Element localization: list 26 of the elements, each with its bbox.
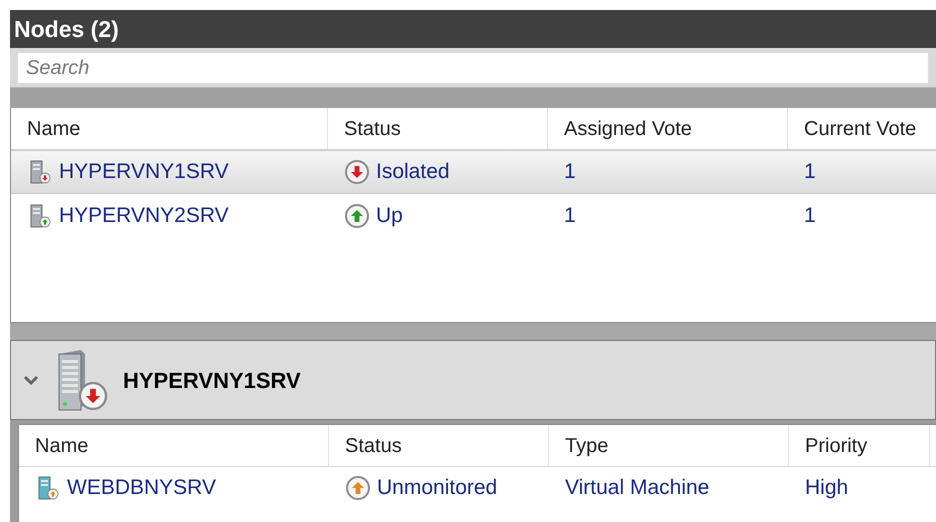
detail-title: HYPERVNY1SRV xyxy=(123,366,301,394)
node-name-text: HYPERVNY2SRV xyxy=(59,203,229,230)
node-name-text: HYPERVNY1SRV xyxy=(59,159,229,186)
table-cell-text: 1 xyxy=(563,203,577,230)
status-text: Up xyxy=(376,203,403,230)
column-header[interactable]: Name xyxy=(19,425,329,466)
column-header[interactable]: Type xyxy=(549,425,789,466)
status-text: Isolated xyxy=(376,159,450,186)
column-header[interactable]: Priority xyxy=(789,425,930,466)
table-row[interactable]: WEBDBNYSRV Unmonitored Virtual Machine High xyxy=(19,467,936,509)
table-cell-text: High xyxy=(804,475,850,502)
search-field[interactable]: Search xyxy=(18,53,928,83)
column-header[interactable]: Status xyxy=(329,425,549,466)
chevron-icon[interactable] xyxy=(23,374,39,386)
table-cell-text: Virtual Machine xyxy=(564,475,710,502)
column-header[interactable]: Name xyxy=(11,108,328,149)
table-row[interactable]: HYPERVNY1SRV Isolated 1 1 xyxy=(11,150,936,194)
table-cell-text: 1 xyxy=(563,159,577,186)
status-text: Unmonitored xyxy=(377,475,498,502)
column-header[interactable]: Status xyxy=(328,108,548,149)
column-header[interactable]: Current Vote xyxy=(788,108,936,149)
panel-header: Nodes (2) xyxy=(10,10,936,48)
column-header[interactable]: Assigned Vote xyxy=(548,108,788,149)
resource-name-text: WEBDBNYSRV xyxy=(67,475,216,502)
table-cell-text: 1 xyxy=(803,203,817,230)
table-cell-text: 1 xyxy=(803,159,817,186)
